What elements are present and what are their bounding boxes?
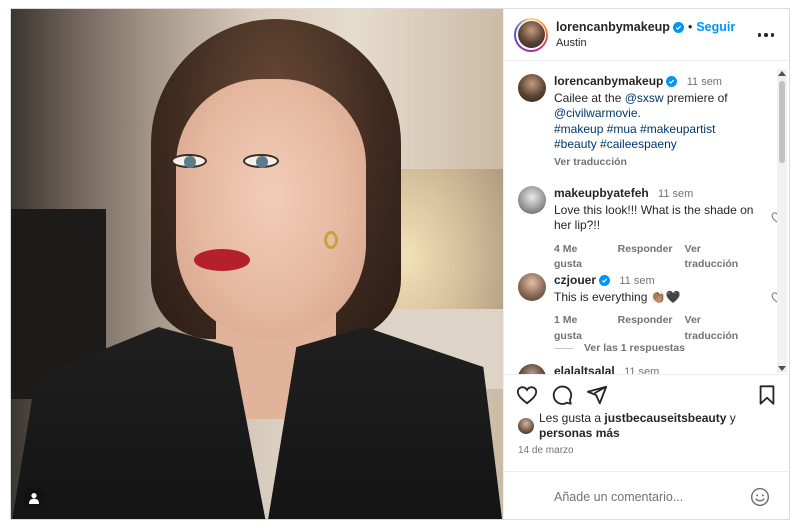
photo-earring [324, 231, 338, 249]
commenter-avatar[interactable] [518, 364, 546, 374]
likes-others-link[interactable]: personas más [539, 426, 620, 440]
replies-divider [554, 347, 574, 349]
photo-eye-right [243, 154, 279, 168]
bookmark-icon[interactable] [756, 384, 778, 406]
commenter-avatar[interactable] [518, 273, 546, 301]
add-comment-bar [504, 471, 789, 519]
comment-icon[interactable] [551, 384, 573, 406]
comment-time[interactable]: 11 sem [624, 366, 659, 374]
commenter-avatar[interactable] [518, 186, 546, 214]
mention-link[interactable]: @civilwarmovie [554, 106, 638, 120]
post-modal: lorencanbymakeup • Seguir Austin lorenca… [10, 8, 790, 520]
comment-text: This is everything 👏🏽🖤 [554, 289, 681, 304]
heart-icon[interactable] [516, 384, 538, 406]
comments-scrollbar[interactable] [777, 69, 787, 373]
emoji-icon[interactable] [750, 487, 770, 507]
view-replies-label: Ver las 1 respuestas [584, 342, 685, 354]
comment-translate-link[interactable]: Ver traducción [685, 313, 754, 344]
likes-summary: Les gusta a justbecauseitsbeauty y perso… [518, 411, 780, 441]
photo-face [176, 79, 366, 339]
comment-time[interactable]: 11 sem [619, 275, 654, 287]
caption-avatar[interactable] [518, 74, 546, 102]
share-icon[interactable] [586, 384, 608, 406]
comment-item: czjouer 11 sem This is everything 👏🏽🖤 1 … [518, 273, 774, 344]
photo-lips [194, 249, 250, 271]
comment-item: elalaltsalal 11 sem [518, 364, 774, 374]
commenter-username[interactable]: elalaltsalal [554, 364, 615, 374]
comment-text: Love this look!!! What is the shade on h… [554, 202, 754, 233]
post-date[interactable]: 14 de marzo [518, 445, 574, 456]
caption-translate-link[interactable]: Ver traducción [554, 155, 754, 171]
likes-prefix: Les gusta a [539, 411, 605, 425]
verified-badge-icon [599, 275, 611, 286]
post-header: lorencanbymakeup • Seguir Austin [504, 9, 789, 61]
separator-dot: • [687, 20, 693, 34]
post-photo[interactable] [11, 9, 503, 519]
caption-text-part: Cailee at the [554, 90, 625, 105]
caption-text-part: . [637, 106, 641, 120]
more-options-icon[interactable] [757, 33, 774, 37]
reply-button[interactable]: Responder [618, 313, 673, 344]
scroll-up-arrow-icon[interactable] [778, 71, 786, 76]
post-side-panel: lorencanbymakeup • Seguir Austin lorenca… [503, 9, 789, 519]
commenter-username[interactable]: czjouer [554, 273, 596, 287]
liker-avatar[interactable] [518, 418, 534, 434]
post-location[interactable]: Austin [556, 37, 735, 49]
caption-hashtags[interactable]: #makeup #mua #makeupartist #beauty #cail… [554, 122, 754, 153]
commenter-username[interactable]: makeupbyatefeh [554, 186, 649, 200]
mention-link[interactable]: @sxsw [625, 91, 664, 105]
caption: lorencanbymakeup 11 sem Cailee at the @s… [518, 74, 774, 170]
comment-translate-link[interactable]: Ver traducción [685, 242, 754, 273]
liker-username[interactable]: justbecauseitsbeauty [604, 411, 726, 425]
scroll-down-arrow-icon[interactable] [778, 366, 786, 371]
user-tag-icon [29, 493, 39, 504]
comments-list[interactable]: lorencanbymakeup 11 sem Cailee at the @s… [504, 62, 789, 374]
comment-likes[interactable]: 1 Me gusta [554, 313, 606, 344]
caption-text: Cailee at the @sxsw premiere of @civilwa… [554, 91, 754, 122]
photo-eye-left [171, 154, 207, 168]
caption-text-part: premiere of [663, 90, 728, 105]
comment-likes[interactable]: 4 Me gusta [554, 242, 606, 273]
likes-middle: y [726, 411, 736, 425]
comment-item: makeupbyatefeh 11 sem Love this look!!! … [518, 186, 774, 273]
caption-time[interactable]: 11 sem [687, 76, 722, 88]
comment-time[interactable]: 11 sem [658, 188, 693, 200]
follow-button[interactable]: Seguir [696, 20, 735, 34]
user-tag-button[interactable] [23, 487, 45, 509]
scrollbar-thumb[interactable] [779, 81, 785, 163]
author-avatar[interactable] [514, 17, 548, 52]
view-replies-button[interactable]: Ver las 1 respuestas [554, 342, 685, 354]
author-username[interactable]: lorencanbymakeup [556, 20, 670, 34]
caption-username[interactable]: lorencanbymakeup [554, 74, 663, 88]
verified-badge-icon [666, 76, 678, 87]
verified-badge-icon [672, 21, 684, 33]
reply-button[interactable]: Responder [618, 242, 673, 273]
post-actions-bar [504, 374, 789, 414]
comment-input[interactable] [554, 486, 744, 508]
